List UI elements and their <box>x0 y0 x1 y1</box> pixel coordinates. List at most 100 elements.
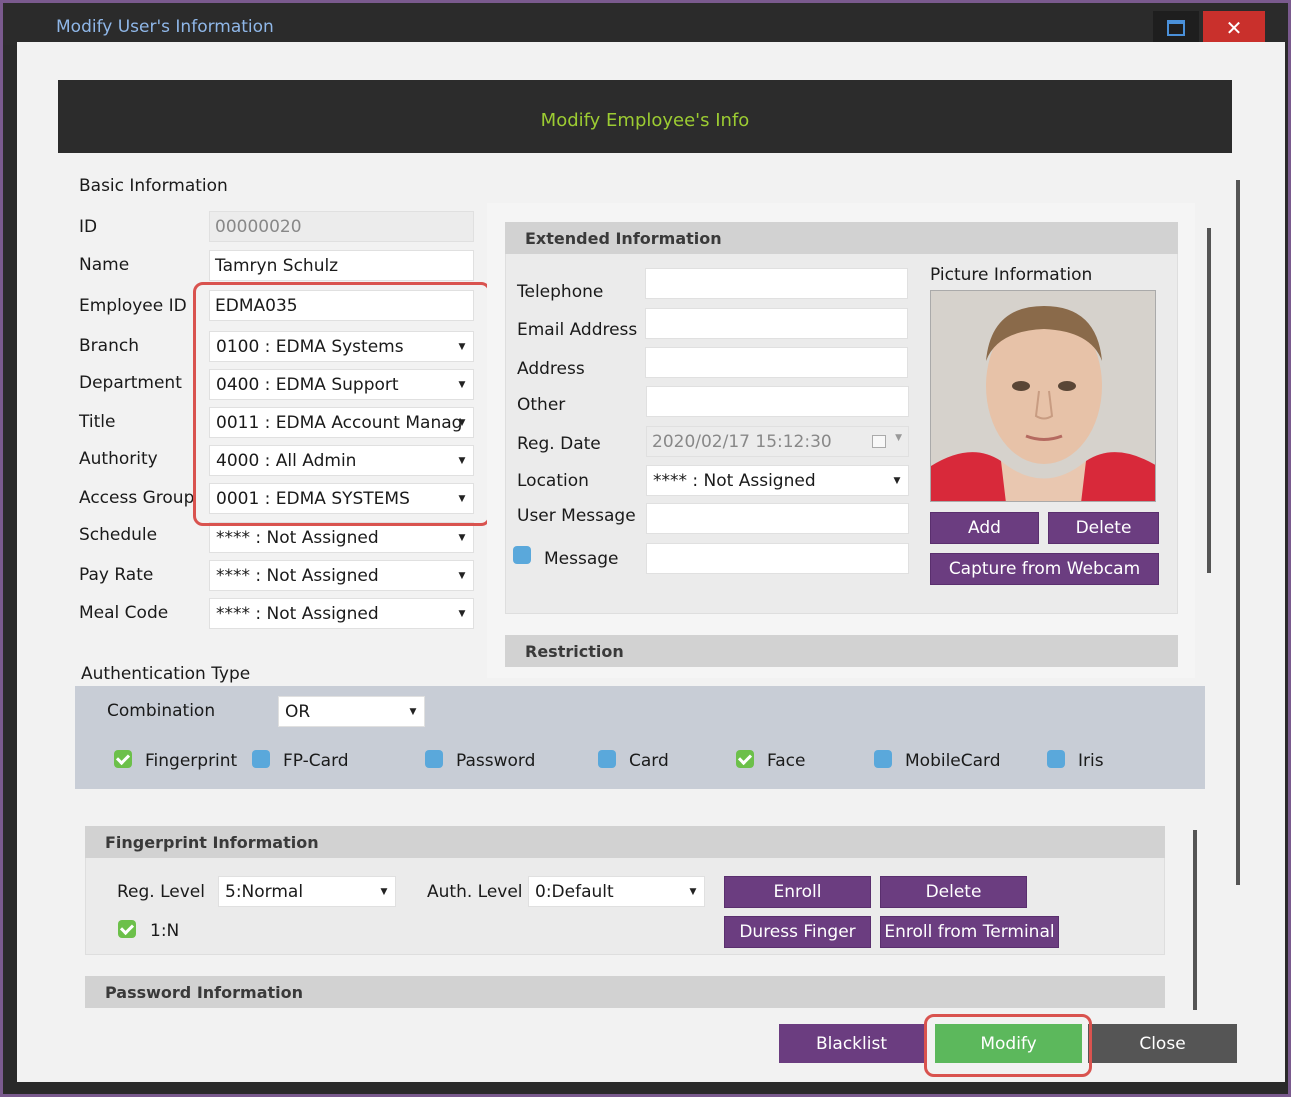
other-field[interactable] <box>646 386 909 417</box>
maximize-icon <box>1167 20 1185 36</box>
extended-heading: Extended Information <box>505 222 1178 254</box>
user-message-label: User Message <box>517 506 636 526</box>
combination-label: Combination <box>107 701 216 721</box>
chevron-down-icon: ▼ <box>409 706 417 717</box>
auth-level-label: Auth. Level <box>427 882 523 902</box>
name-field[interactable]: Tamryn Schulz <box>209 250 474 281</box>
chevron-down-icon: ▼ <box>689 886 697 897</box>
password-checkbox[interactable] <box>425 750 443 768</box>
chevron-down-icon: ▼ <box>893 475 901 486</box>
one-n-label: 1:N <box>150 921 180 941</box>
message-checkbox[interactable] <box>513 546 531 564</box>
close-button[interactable]: Close <box>1088 1024 1237 1063</box>
location-value: **** : Not Assigned <box>653 471 816 491</box>
extended-scrollbar-thumb[interactable] <box>1207 228 1211 573</box>
delete-photo-button[interactable]: Delete <box>1048 512 1159 544</box>
user-message-field[interactable] <box>646 503 909 534</box>
combination-value: OR <box>285 702 311 722</box>
access-group-label: Access Group <box>79 488 195 508</box>
header-title: Modify Employee's Info <box>540 110 750 131</box>
schedule-select[interactable]: **** : Not Assigned ▼ <box>209 522 474 553</box>
modify-highlight-box <box>924 1014 1092 1077</box>
outer-scrollbar-thumb[interactable] <box>1236 180 1240 885</box>
header-band: Modify Employee's Info <box>58 80 1232 153</box>
mobilecard-checkbox[interactable] <box>874 750 892 768</box>
chevron-down-icon: ▼ <box>895 433 902 443</box>
close-window-button[interactable]: ✕ <box>1203 11 1265 45</box>
meal-code-label: Meal Code <box>79 603 169 623</box>
name-label: Name <box>79 255 130 275</box>
reg-level-label: Reg. Level <box>117 882 205 902</box>
email-label: Email Address <box>517 320 638 340</box>
department-label: Department <box>79 373 182 393</box>
reg-date-value: 2020/02/17 15:12:30 <box>652 432 832 452</box>
one-n-checkbox[interactable] <box>118 920 136 938</box>
telephone-field[interactable] <box>645 268 908 299</box>
iris-checkbox[interactable] <box>1047 750 1065 768</box>
chevron-down-icon: ▼ <box>380 886 388 897</box>
id-field[interactable]: 00000020 <box>209 211 474 242</box>
fingerprint-checkbox[interactable] <box>114 750 132 768</box>
fp-card-option-label: FP-Card <box>283 751 349 771</box>
combination-select[interactable]: OR ▼ <box>278 696 425 727</box>
add-photo-button[interactable]: Add <box>930 512 1039 544</box>
iris-option-label: Iris <box>1078 751 1104 771</box>
mobilecard-option-label: MobileCard <box>905 751 1001 771</box>
chevron-down-icon: ▼ <box>458 532 466 543</box>
password-option-label: Password <box>456 751 536 771</box>
address-label: Address <box>517 359 585 379</box>
face-checkbox[interactable] <box>736 750 754 768</box>
reg-date-label: Reg. Date <box>517 434 601 454</box>
fingerprint-heading: Fingerprint Information <box>85 826 1165 858</box>
user-photo <box>930 290 1156 502</box>
capture-webcam-button[interactable]: Capture from Webcam <box>930 553 1159 585</box>
telephone-label: Telephone <box>517 282 604 302</box>
message-label: Message <box>544 549 619 569</box>
card-option-label: Card <box>629 751 669 771</box>
auth-type-heading: Authentication Type <box>81 664 251 684</box>
title-bar[interactable]: Modify User's Information ✕ <box>3 3 1288 45</box>
auth-type-panel <box>75 686 1205 789</box>
enroll-from-terminal-button[interactable]: Enroll from Terminal <box>880 916 1059 948</box>
face-option-label: Face <box>767 751 806 771</box>
location-label: Location <box>517 471 589 491</box>
enroll-button[interactable]: Enroll <box>724 876 871 908</box>
branch-label: Branch <box>79 336 139 356</box>
address-field[interactable] <box>645 347 908 378</box>
duress-finger-button[interactable]: Duress Finger <box>724 916 871 948</box>
reg-level-value: 5:Normal <box>225 882 304 902</box>
blacklist-button[interactable]: Blacklist <box>779 1024 924 1063</box>
upper-scrollbar-track[interactable] <box>1221 153 1248 683</box>
reg-date-field[interactable]: 2020/02/17 15:12:30 ▼ <box>646 426 909 457</box>
chevron-down-icon: ▼ <box>458 570 466 581</box>
fingerprint-option-label: Fingerprint <box>145 751 238 771</box>
pay-rate-label: Pay Rate <box>79 565 154 585</box>
restriction-heading[interactable]: Restriction <box>505 635 1178 667</box>
authority-label: Authority <box>79 449 158 469</box>
message-field[interactable] <box>646 543 909 574</box>
password-info-heading[interactable]: Password Information <box>85 976 1165 1008</box>
pay-rate-select[interactable]: **** : Not Assigned ▼ <box>209 560 474 591</box>
employee-id-label: Employee ID <box>79 296 187 316</box>
auth-level-select[interactable]: 0:Default ▼ <box>528 876 705 907</box>
close-icon: ✕ <box>1225 16 1243 40</box>
schedule-value: **** : Not Assigned <box>216 528 379 548</box>
location-select[interactable]: **** : Not Assigned ▼ <box>646 465 909 496</box>
basic-info-heading: Basic Information <box>79 176 228 196</box>
id-label: ID <box>79 217 98 237</box>
basic-highlight-box <box>193 282 491 526</box>
user-photo-image <box>931 291 1155 501</box>
delete-fingerprint-button[interactable]: Delete <box>880 876 1027 908</box>
reg-level-select[interactable]: 5:Normal ▼ <box>218 876 396 907</box>
meal-code-value: **** : Not Assigned <box>216 604 379 624</box>
maximize-button[interactable] <box>1153 11 1199 45</box>
card-checkbox[interactable] <box>598 750 616 768</box>
lower-scrollbar-thumb[interactable] <box>1193 830 1197 1010</box>
calendar-icon <box>872 435 886 448</box>
title-label: Title <box>79 412 116 432</box>
meal-code-select[interactable]: **** : Not Assigned ▼ <box>209 598 474 629</box>
pay-rate-value: **** : Not Assigned <box>216 566 379 586</box>
window-title: Modify User's Information <box>56 17 274 37</box>
fp-card-checkbox[interactable] <box>252 750 270 768</box>
email-field[interactable] <box>645 308 908 339</box>
